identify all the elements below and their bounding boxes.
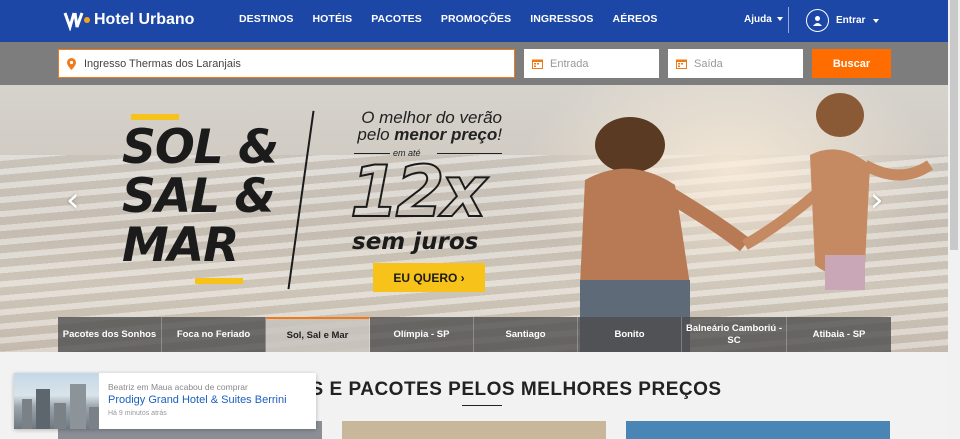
headline-line-2: SAL & [122, 169, 276, 224]
search-button[interactable]: Buscar [812, 49, 891, 78]
promo-line-2b: menor preço [394, 125, 498, 144]
couple-image [580, 93, 934, 352]
next-slide-icon[interactable]: › [870, 180, 884, 220]
tab-balneario-camboriu[interactable]: Balneário Camboriú - SC [682, 317, 787, 352]
destination-value: Ingresso Thermas dos Laranjais [84, 57, 241, 70]
calendar-icon [676, 59, 687, 69]
brand-name: Hotel Urbano [94, 11, 195, 28]
tab-bonito[interactable]: Bonito [578, 317, 682, 352]
login-menu[interactable]: Entrar [806, 9, 880, 32]
installments-label: 12x [349, 151, 488, 233]
promo-line-1: O melhor do verão [361, 108, 502, 127]
divider [462, 405, 502, 406]
chevron-down-icon [873, 18, 880, 23]
login-label: Entrar [836, 15, 866, 26]
recent-purchase-toast[interactable]: Beatriz em Maua acabou de comprar Prodig… [14, 373, 316, 429]
section-title: HOTÉIS E PACOTES PELOS MELHORES PREÇOS [250, 379, 722, 400]
nav-ingressos[interactable]: INGRESSOS [530, 13, 593, 25]
chevron-down-icon [776, 17, 783, 22]
search-bar: Ingresso Thermas dos Laranjais Entrada S… [0, 42, 948, 85]
divider [788, 7, 789, 33]
hero-banner[interactable]: SOL & SAL & MAR O melhor do verão pelo m… [0, 85, 948, 352]
destination-input[interactable]: Ingresso Thermas dos Laranjais [58, 49, 515, 78]
nav-hoteis[interactable]: HOTÉIS [312, 13, 352, 25]
help-menu[interactable]: Ajuda [744, 14, 783, 25]
toast-buyer-text: Beatriz em Maua acabou de comprar [108, 382, 248, 392]
toast-hotel-link[interactable]: Prodigy Grand Hotel & Suites Berrini [108, 394, 287, 406]
offer-card-image[interactable] [626, 421, 890, 439]
prev-slide-icon[interactable]: ‹ [66, 180, 80, 220]
tab-olimpia[interactable]: Olímpia - SP [370, 317, 474, 352]
hotel-thumbnail [14, 373, 99, 429]
toast-timestamp: Há 9 minutos atrás [108, 410, 167, 417]
tab-foca-no-feriado[interactable]: Foca no Feriado [162, 317, 266, 352]
user-icon [806, 9, 829, 32]
checkout-input[interactable]: Saída [668, 49, 803, 78]
promo-line-2a: pelo [357, 125, 395, 144]
tab-pacotes-dos-sonhos[interactable]: Pacotes dos Sonhos [58, 317, 162, 352]
help-label: Ajuda [744, 14, 772, 25]
headline-line-3: MAR [122, 218, 239, 273]
nav-promocoes[interactable]: PROMOÇÕES [441, 13, 511, 25]
top-navigation-bar: Hotel Urbano DESTINOS HOTÉIS PACOTES PRO… [0, 0, 948, 42]
headline-line-1: SOL & [122, 120, 279, 175]
accent-bar [195, 278, 243, 284]
nav-destinos[interactable]: DESTINOS [239, 13, 293, 25]
hero-headline: SOL & SAL & MAR [122, 120, 279, 273]
no-interest-label: sem juros [352, 229, 479, 255]
carousel-tabs: Pacotes dos Sonhos Foca no Feriado Sol, … [58, 317, 891, 352]
scrollbar-thumb[interactable] [950, 0, 958, 250]
calendar-icon [532, 59, 543, 69]
checkin-placeholder: Entrada [550, 57, 589, 70]
nav-aereos[interactable]: AÉREOS [613, 13, 658, 25]
promo-line-2c: ! [497, 125, 502, 144]
offer-card-image[interactable] [342, 421, 606, 439]
nav-pacotes[interactable]: PACOTES [371, 13, 422, 25]
tab-santiago[interactable]: Santiago [474, 317, 578, 352]
checkin-input[interactable]: Entrada [524, 49, 659, 78]
page-scrollbar[interactable] [948, 0, 960, 439]
tab-atibaia[interactable]: Atibaia - SP [787, 317, 891, 352]
tab-sol-sal-e-mar[interactable]: Sol, Sal e Mar [266, 317, 370, 352]
main-nav: DESTINOS HOTÉIS PACOTES PROMOÇÕES INGRES… [239, 13, 677, 25]
checkout-placeholder: Saída [694, 57, 723, 70]
hotel-urbano-logo[interactable]: Hotel Urbano [63, 9, 194, 31]
promo-text: O melhor do verão pelo menor preço! [354, 109, 502, 143]
eu-quero-button[interactable]: EU QUERO › [373, 263, 485, 292]
logo-icon [63, 12, 90, 31]
location-pin-icon [67, 57, 76, 70]
